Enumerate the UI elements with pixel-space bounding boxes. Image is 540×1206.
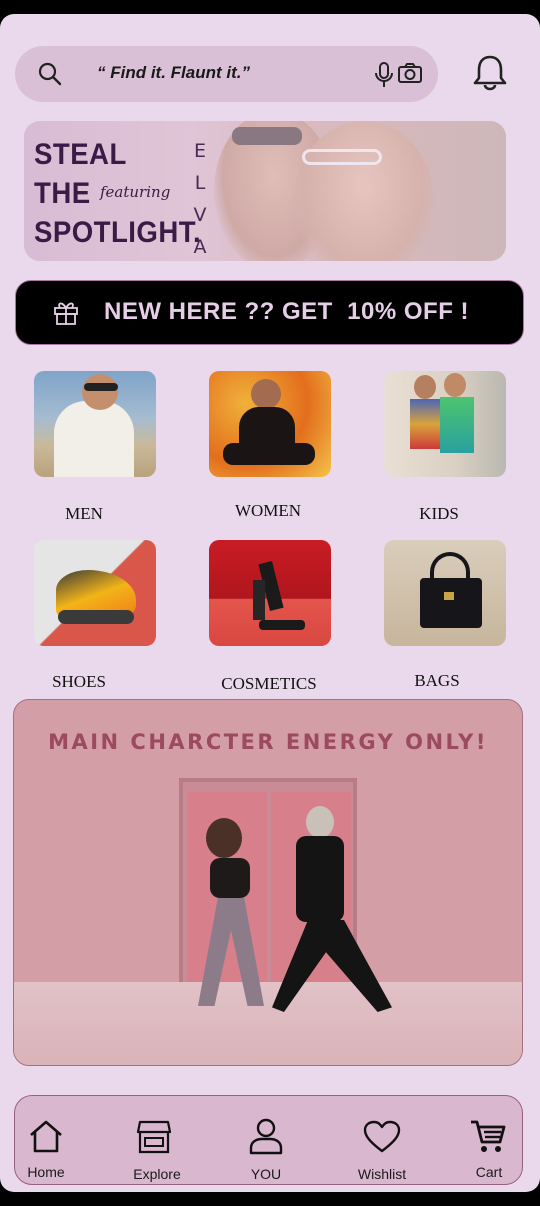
heart-icon — [363, 1120, 401, 1153]
nav-wishlist-label: Wishlist — [357, 1166, 407, 1182]
nav-home[interactable]: Home — [17, 1096, 75, 1186]
nav-cart-label: Cart — [475, 1164, 503, 1180]
bottom-nav: Home Explore YOU Wishlist Cart — [14, 1095, 523, 1185]
category-shoes-image[interactable] — [34, 540, 156, 646]
nav-wishlist[interactable]: Wishlist — [349, 1096, 415, 1186]
search-bar[interactable]: “ Find it. Flaunt it.” — [15, 46, 438, 102]
category-women-image[interactable] — [209, 371, 331, 477]
brand-letter: L — [194, 172, 208, 194]
category-women-label[interactable]: WOMEN — [235, 501, 301, 521]
brand-letter: V — [193, 204, 209, 226]
user-icon — [249, 1118, 283, 1155]
gift-icon — [54, 302, 78, 325]
hero-featuring: featuring — [100, 183, 171, 201]
feature-banner[interactable]: MAIN CHARCTER ENERGY ONLY! — [13, 699, 523, 1066]
category-cosmetics-label[interactable]: COSMETICS — [221, 674, 316, 694]
model-figure-man — [306, 806, 334, 838]
nav-home-label: Home — [27, 1164, 65, 1180]
model-figure-woman — [206, 818, 242, 858]
home-icon — [30, 1120, 62, 1153]
hero-banner[interactable]: STEAL THE SPOTLIGHT. featuring E L V A — [24, 121, 506, 261]
hero-headline-line: SPOTLIGHT. — [34, 216, 202, 249]
store-icon — [136, 1120, 172, 1154]
search-icon — [38, 62, 62, 86]
promo-text: NEW HERE ?? GET 10% OFF ! — [104, 298, 470, 325]
category-cosmetics-image[interactable] — [209, 540, 331, 646]
brand-letter: A — [193, 236, 209, 258]
brand-letter: E — [193, 140, 208, 162]
feature-banner-title: MAIN CHARCTER ENERGY ONLY! — [48, 730, 488, 754]
category-shoes-label[interactable]: SHOES — [52, 672, 106, 692]
promo-banner[interactable]: NEW HERE ?? GET 10% OFF ! — [15, 280, 524, 345]
camera-icon[interactable] — [397, 60, 423, 86]
category-kids-image[interactable] — [384, 371, 506, 477]
category-men-label[interactable]: MEN — [65, 504, 103, 524]
nav-explore-label: Explore — [133, 1166, 181, 1182]
nav-you-label: YOU — [250, 1166, 282, 1182]
hero-headline-line: STEAL — [34, 138, 127, 171]
app-screen: “ Find it. Flaunt it.” STEAL THE SPOTLIG… — [0, 14, 540, 1192]
nav-you[interactable]: YOU — [235, 1096, 297, 1186]
cart-icon — [471, 1120, 506, 1152]
category-men-image[interactable] — [34, 371, 156, 477]
microphone-icon[interactable] — [373, 60, 395, 90]
category-kids-label[interactable]: KIDS — [419, 504, 459, 524]
category-bags-label[interactable]: BAGS — [414, 671, 459, 691]
hero-brand: E L V A — [191, 135, 211, 261]
category-bags-image[interactable] — [384, 540, 506, 646]
nav-cart[interactable]: Cart — [461, 1096, 517, 1186]
nav-explore[interactable]: Explore — [125, 1096, 189, 1186]
notification-bell-icon[interactable] — [470, 52, 510, 92]
search-placeholder: “ Find it. Flaunt it.” — [97, 63, 250, 82]
